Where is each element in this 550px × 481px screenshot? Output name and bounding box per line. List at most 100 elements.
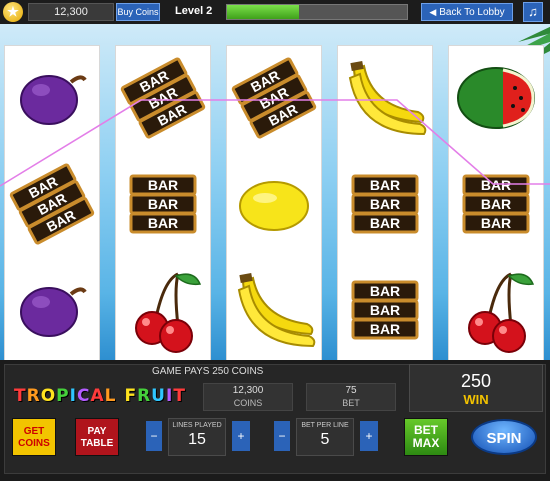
bet-per-line-label: BET PER LINE	[301, 422, 349, 429]
logo-letter: P	[56, 386, 70, 406]
lines-played-value: 15	[188, 431, 206, 448]
lines-played-stepper: LINES PLAYED 15	[168, 418, 226, 456]
back-to-lobby-button[interactable]: ◀ Back To Lobby	[421, 3, 513, 21]
reel-area: BAR BAR BAR BAR BAR BAR BAR BAR BAR BAR …	[0, 24, 550, 360]
logo-letter: R	[26, 386, 41, 406]
banana-icon	[338, 48, 432, 148]
reel-4: BAR BAR BAR BAR BAR BAR	[338, 46, 432, 360]
watermelon-graphic	[457, 67, 535, 129]
back-to-lobby-label: Back To Lobby	[439, 7, 505, 18]
svg-text:BAR: BAR	[481, 215, 511, 231]
svg-text:BAR: BAR	[481, 196, 511, 212]
lemon-graphic	[239, 181, 309, 231]
bar3-icon: BAR BAR BAR	[116, 48, 210, 148]
bar3-icon: BAR BAR BAR	[338, 260, 432, 360]
back-arrow-icon: ◀	[429, 7, 437, 17]
logo-letter: R	[137, 386, 152, 406]
banana-icon	[227, 260, 321, 360]
win-value: 250	[460, 371, 492, 391]
get-coins-line1: GET	[23, 426, 45, 437]
coins-stat-label: COINS	[233, 398, 263, 408]
level-label: Level 2	[175, 5, 213, 17]
svg-text:BAR: BAR	[148, 215, 178, 231]
reel-1: BAR BAR BAR	[5, 46, 99, 360]
music-toggle-icon[interactable]: ♫	[523, 2, 543, 22]
bet-increase-button[interactable]: +	[360, 421, 378, 451]
top-bar: ★ 12,300 Buy Coins Level 2 ◀ Back To Lobb…	[0, 0, 550, 24]
logo-letter: U	[151, 386, 166, 406]
bar3-graphic: BAR BAR BAR	[462, 174, 530, 234]
reel-5: BAR BAR BAR	[449, 46, 543, 360]
bar3-graphic: BAR BAR BAR	[351, 174, 419, 234]
buy-coins-button[interactable]: Buy Coins	[116, 3, 160, 21]
bar3-graphic: BAR BAR BAR	[9, 163, 95, 245]
watermelon-icon	[449, 48, 543, 148]
svg-text:BAR: BAR	[148, 196, 178, 212]
plum-graphic	[20, 75, 87, 125]
plum-icon	[5, 260, 99, 360]
bet-decrease-button[interactable]: −	[274, 421, 290, 451]
logo-letter: I	[69, 386, 77, 406]
svg-text:BAR: BAR	[370, 321, 400, 337]
svg-text:BAR: BAR	[481, 177, 511, 193]
win-label: WIN	[463, 392, 489, 407]
cherry-graphic	[135, 272, 202, 353]
pay-table-line1: PAY	[87, 426, 107, 437]
level-progress-bar	[226, 4, 408, 20]
reel-2: BAR BAR BAR BAR BAR BAR	[116, 46, 210, 360]
coin-balance: 12,300	[28, 3, 114, 21]
cherry-graphic	[468, 272, 535, 353]
svg-text:BAR: BAR	[370, 177, 400, 193]
svg-text:BAR: BAR	[370, 283, 400, 299]
game-pays-text: GAME PAYS 250 COINS	[152, 366, 264, 377]
win-display: 250 WIN	[409, 364, 543, 412]
svg-text:BAR: BAR	[370, 215, 400, 231]
logo-letter: T	[173, 386, 186, 406]
bet-max-line2: MAX	[412, 436, 440, 450]
logo-letter: F	[124, 386, 138, 406]
bar3-graphic: BAR BAR BAR	[231, 57, 317, 139]
reel-3: BAR BAR BAR	[227, 46, 321, 360]
tropical-fruit-logo: TROPICAL FRUITTROPICAL FRUIT	[14, 386, 194, 408]
bar3-icon: BAR BAR BAR	[449, 154, 543, 254]
bar3-icon: BAR BAR BAR	[5, 154, 99, 254]
cherry-icon	[449, 260, 543, 360]
svg-text:BAR: BAR	[370, 196, 400, 212]
coins-stat: 12,300 COINS	[203, 383, 293, 411]
bet-per-line-value: 5	[320, 431, 330, 448]
bar3-icon: BAR BAR BAR	[227, 48, 321, 148]
bet-max-button[interactable]: BET MAX	[404, 418, 448, 456]
svg-text:BAR: BAR	[148, 177, 178, 193]
plum-icon	[5, 48, 99, 148]
pay-table-line2: TABLE	[80, 438, 114, 449]
svg-text:BAR: BAR	[370, 302, 400, 318]
bar3-icon: BAR BAR BAR	[338, 154, 432, 254]
bar3-graphic: BAR BAR BAR	[351, 280, 419, 340]
logo-letter: C	[76, 386, 91, 406]
banana-graphic	[237, 273, 316, 348]
get-coins-line2: COINS	[18, 438, 50, 449]
lines-played-label: LINES PLAYED	[172, 422, 222, 429]
get-coins-button[interactable]: GET COINS	[12, 418, 56, 456]
pay-table-button[interactable]: PAY TABLE	[75, 418, 119, 456]
logo-letter: L	[104, 386, 117, 406]
plum-graphic	[20, 287, 87, 337]
lines-decrease-button[interactable]: −	[146, 421, 162, 451]
logo-letter: I	[165, 386, 174, 406]
coin-star-icon: ★	[3, 2, 23, 22]
bet-per-line-stepper: BET PER LINE 5	[296, 418, 354, 456]
lemon-icon	[227, 154, 321, 254]
logo-letter: T	[14, 386, 27, 406]
spin-button[interactable]: SPIN	[471, 419, 537, 455]
cherry-icon	[116, 260, 210, 360]
bet-stat-label: BET	[342, 398, 360, 408]
logo-letter: O	[40, 386, 57, 406]
bet-stat: 75 BET	[306, 383, 396, 411]
bet-stat-value: 75	[345, 385, 357, 396]
banana-graphic	[348, 61, 427, 136]
level-progress-fill	[227, 5, 299, 19]
lines-increase-button[interactable]: +	[232, 421, 250, 451]
coins-stat-value: 12,300	[232, 385, 264, 396]
logo-letter: A	[90, 386, 105, 406]
bar3-icon: BAR BAR BAR	[116, 154, 210, 254]
